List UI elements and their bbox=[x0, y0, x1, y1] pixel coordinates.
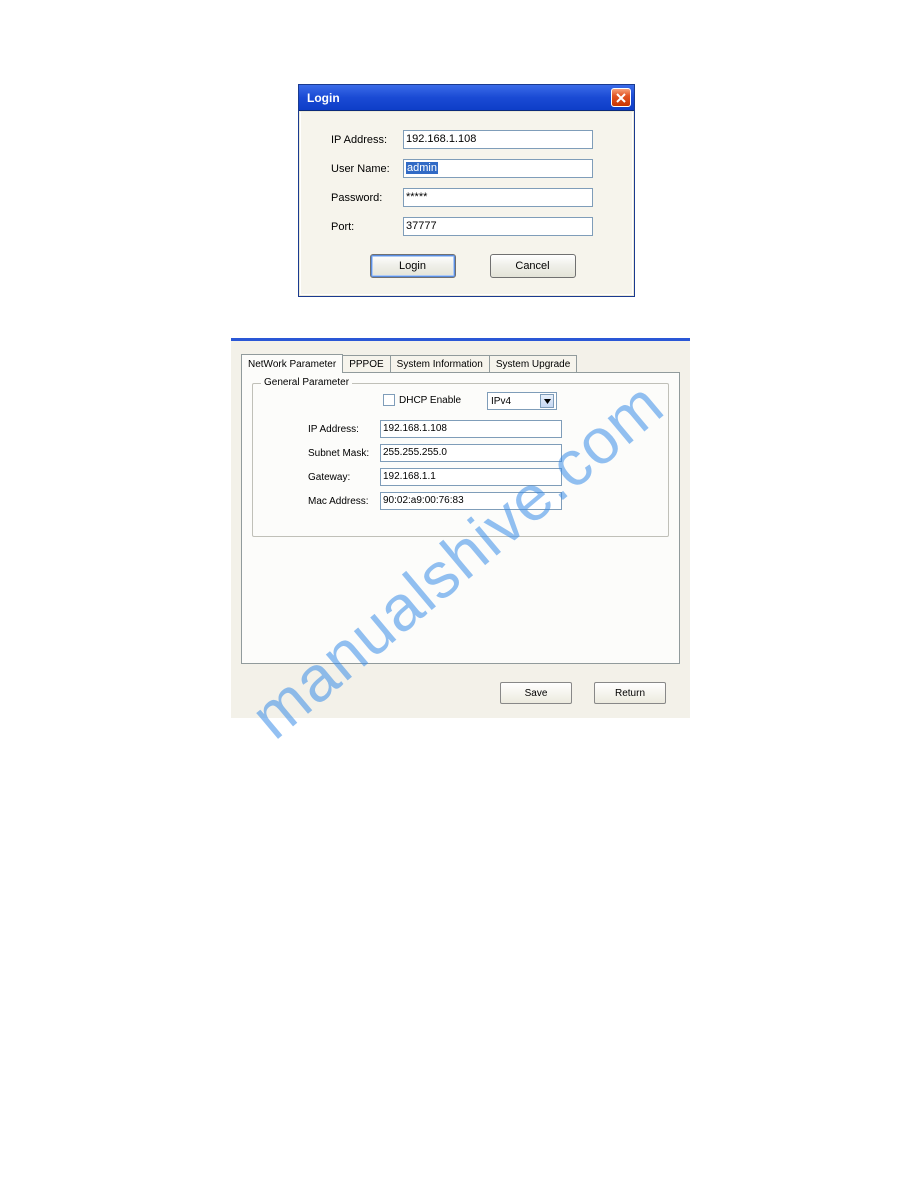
close-button[interactable] bbox=[611, 88, 631, 107]
title-bar-title: Login bbox=[307, 91, 340, 105]
general-parameter-group: General Parameter DHCP Enable IPv4 IP Ad… bbox=[252, 383, 669, 537]
mac-address-label: Mac Address: bbox=[308, 496, 380, 507]
settings-panel: NetWork Parameter PPPOE System Informati… bbox=[231, 338, 690, 718]
user-name-label: User Name: bbox=[331, 163, 403, 175]
chevron-down-icon bbox=[540, 394, 554, 408]
title-bar[interactable]: Login bbox=[299, 85, 634, 111]
close-icon bbox=[616, 93, 626, 103]
tab-pppoe[interactable]: PPPOE bbox=[342, 355, 390, 372]
cancel-button[interactable]: Cancel bbox=[490, 254, 576, 278]
dhcp-enable-checkbox[interactable] bbox=[383, 394, 395, 406]
gateway-input[interactable]: 192.168.1.1 bbox=[380, 468, 562, 486]
ip-address-label-2: IP Address: bbox=[308, 424, 380, 435]
tab-content: General Parameter DHCP Enable IPv4 IP Ad… bbox=[241, 372, 680, 664]
login-button[interactable]: Login bbox=[370, 254, 456, 278]
save-button[interactable]: Save bbox=[500, 682, 572, 704]
ip-address-input-2[interactable]: 192.168.1.108 bbox=[380, 420, 562, 438]
tab-system-upgrade[interactable]: System Upgrade bbox=[489, 355, 577, 372]
port-input[interactable]: 37777 bbox=[403, 217, 593, 236]
dhcp-enable-label: DHCP Enable bbox=[399, 395, 461, 406]
ip-version-select[interactable]: IPv4 bbox=[487, 392, 557, 410]
password-input[interactable]: ***** bbox=[403, 188, 593, 207]
port-label: Port: bbox=[331, 221, 403, 233]
subnet-mask-label: Subnet Mask: bbox=[308, 448, 380, 459]
return-button[interactable]: Return bbox=[594, 682, 666, 704]
login-dialog: Login IP Address: 192.168.1.108 User Nam… bbox=[298, 84, 635, 297]
groupbox-title: General Parameter bbox=[261, 377, 352, 388]
gateway-label: Gateway: bbox=[308, 472, 380, 483]
password-label: Password: bbox=[331, 192, 403, 204]
tab-system-information[interactable]: System Information bbox=[390, 355, 490, 372]
ip-address-input[interactable]: 192.168.1.108 bbox=[403, 130, 593, 149]
mac-address-input[interactable]: 90:02:a9:00:76:83 bbox=[380, 492, 562, 510]
tab-strip: NetWork Parameter PPPOE System Informati… bbox=[241, 349, 690, 372]
subnet-mask-input[interactable]: 255.255.255.0 bbox=[380, 444, 562, 462]
tab-network-parameter[interactable]: NetWork Parameter bbox=[241, 354, 343, 373]
ip-address-label: IP Address: bbox=[331, 134, 403, 146]
login-body: IP Address: 192.168.1.108 User Name: adm… bbox=[300, 112, 633, 295]
user-name-input[interactable]: admin bbox=[403, 159, 593, 178]
ip-version-value: IPv4 bbox=[491, 396, 511, 407]
